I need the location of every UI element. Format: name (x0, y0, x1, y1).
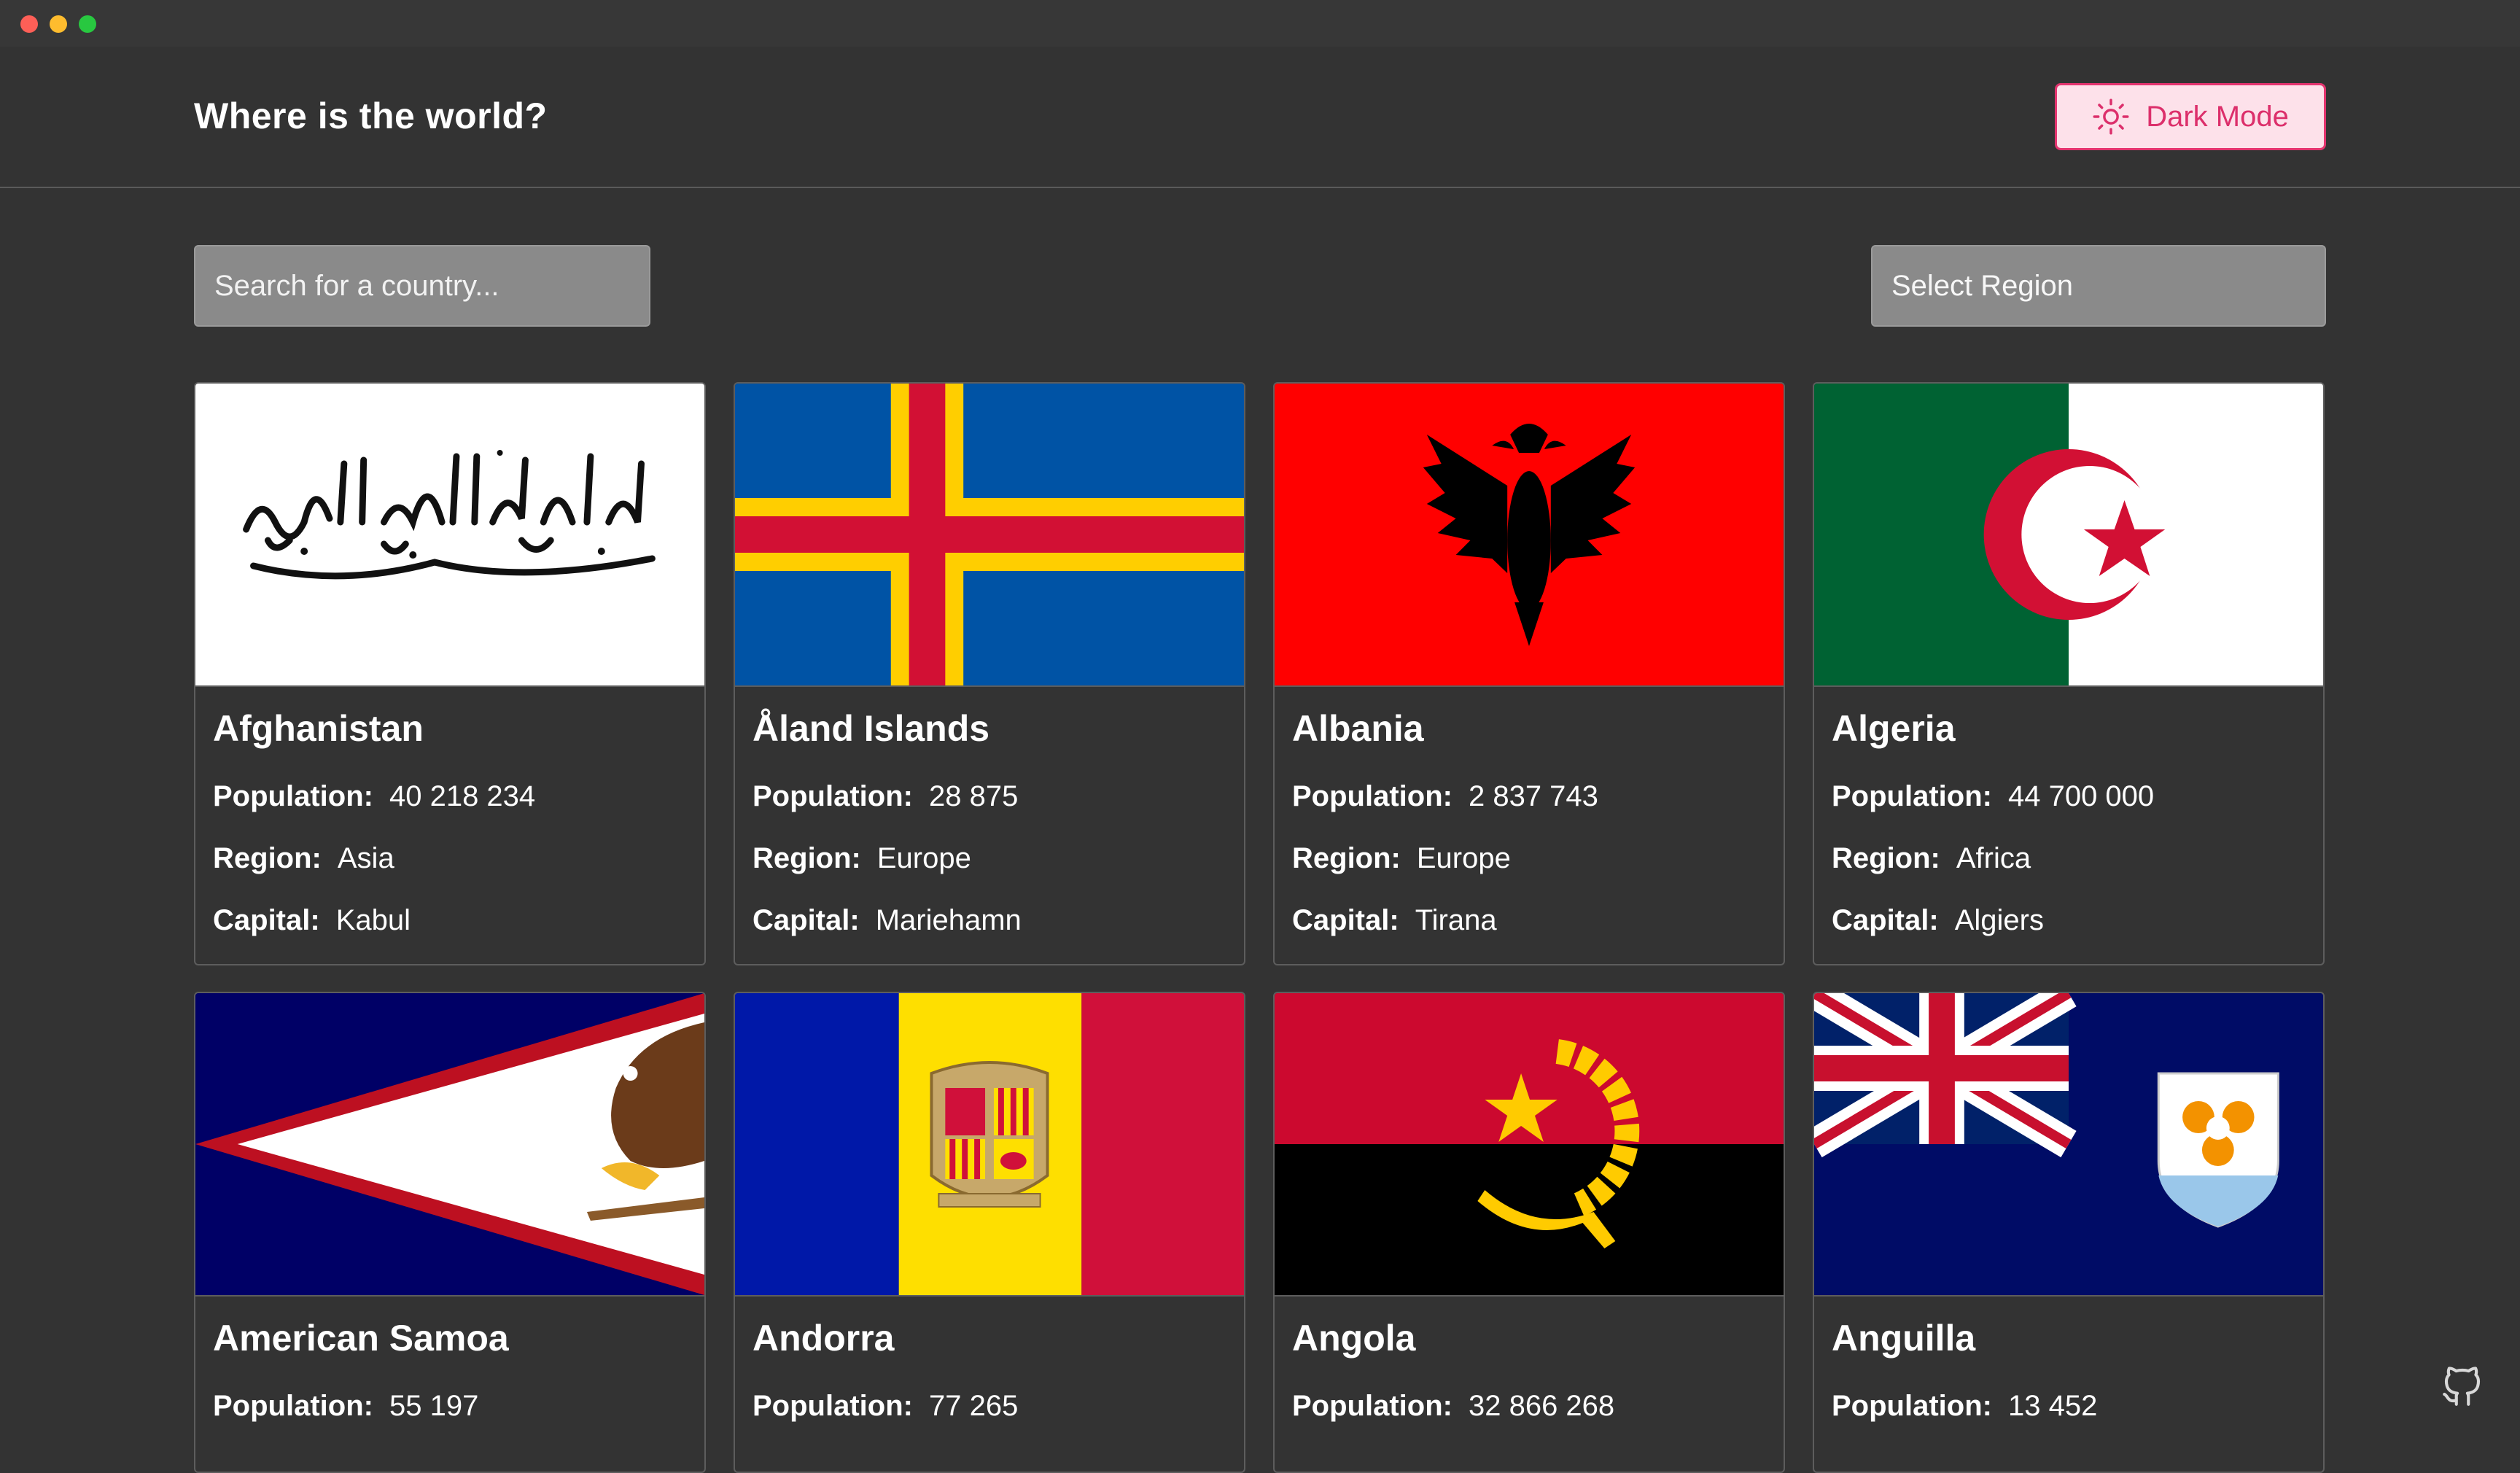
region-row: Region: Asia (213, 842, 394, 875)
country-card-american-samoa[interactable]: American Samoa Population: 55 197 (194, 992, 706, 1473)
population-label: Population: (213, 1390, 373, 1422)
population-value: 13 452 (2007, 1390, 2098, 1422)
capital-row: Capital: Tirana (1292, 904, 1497, 937)
maximize-window-button[interactable] (79, 15, 96, 33)
capital-row: Capital: Mariehamn (752, 904, 1022, 937)
capital-value: Kabul (335, 904, 411, 936)
dark-mode-button[interactable]: Dark Mode (2055, 83, 2326, 150)
region-row: Region: Africa (1832, 842, 2031, 875)
country-name: American Samoa (213, 1318, 509, 1359)
region-row: Region: Europe (752, 842, 971, 875)
country-card-afghanistan[interactable]: Afghanistan Population: 40 218 234 Region… (194, 382, 706, 965)
afghanistan-flag (195, 384, 704, 687)
population-label: Population: (752, 780, 913, 812)
andorra-flag (735, 993, 1244, 1297)
population-row: Population: 28 875 (752, 780, 1018, 813)
algeria-flag (1814, 384, 2323, 687)
country-card-algeria[interactable]: Algeria Population: 44 700 000 Region: Afr… (1813, 382, 2325, 965)
population-value: 32 866 268 (1468, 1390, 1615, 1422)
region-value: Asia (337, 842, 394, 874)
population-row: Population: 40 218 234 (213, 780, 535, 813)
population-value: 77 265 (928, 1390, 1019, 1422)
country-name: Angola (1292, 1318, 1416, 1359)
capital-value: Algiers (1954, 904, 2044, 936)
region-value: Africa (1956, 842, 2031, 874)
search-input[interactable] (194, 245, 650, 327)
capital-label: Capital: (1832, 904, 1939, 936)
capital-label: Capital: (1292, 904, 1399, 936)
aland-islands-flag (735, 384, 1244, 687)
country-name: Afghanistan (213, 708, 424, 749)
capital-row: Capital: Kabul (213, 904, 411, 937)
capital-value: Tirana (1415, 904, 1497, 936)
github-icon[interactable] (2438, 1362, 2486, 1410)
population-label: Population: (1292, 1390, 1452, 1422)
country-card-andorra[interactable]: Andorra Population: 77 265 (734, 992, 1245, 1473)
sun-icon (2093, 98, 2129, 135)
country-card-albania[interactable]: Albania Population: 2 837 743 Region: Euro… (1273, 382, 1785, 965)
population-value: 44 700 000 (2007, 780, 2155, 812)
albania-flag (1275, 384, 1784, 687)
region-label: Region: (213, 842, 322, 874)
close-window-button[interactable] (20, 15, 38, 33)
capital-value: Mariehamn (875, 904, 1022, 936)
country-card-anguilla[interactable]: Anguilla Population: 13 452 (1813, 992, 2325, 1473)
population-value: 28 875 (928, 780, 1019, 812)
region-select-label: Select Region (1891, 269, 2074, 302)
region-value: Europe (876, 842, 971, 874)
population-row: Population: 77 265 (752, 1390, 1018, 1423)
population-value: 2 837 743 (1468, 780, 1598, 812)
window-titlebar (0, 0, 2520, 47)
population-row: Population: 13 452 (1832, 1390, 2097, 1423)
region-label: Region: (1832, 842, 1940, 874)
anguilla-flag (1814, 993, 2323, 1297)
region-label: Region: (752, 842, 861, 874)
population-row: Population: 55 197 (213, 1390, 478, 1423)
region-label: Region: (1292, 842, 1401, 874)
region-value: Europe (1416, 842, 1511, 874)
population-value: 55 197 (389, 1390, 479, 1422)
region-row: Region: Europe (1292, 842, 1511, 875)
country-name: Anguilla (1832, 1318, 1976, 1359)
population-label: Population: (1832, 1390, 1992, 1422)
capital-label: Capital: (752, 904, 860, 936)
population-label: Population: (752, 1390, 913, 1422)
capital-label: Capital: (213, 904, 320, 936)
population-label: Population: (1292, 780, 1452, 812)
app-title: Where is the world? (194, 96, 548, 136)
minimize-window-button[interactable] (50, 15, 67, 33)
population-label: Population: (213, 780, 373, 812)
app-header: Where is the world? Dark Mode (0, 47, 2520, 188)
country-card-angola[interactable]: Angola Population: 32 866 268 (1273, 992, 1785, 1473)
angola-flag (1275, 993, 1784, 1297)
region-select[interactable]: Select Region (1871, 245, 2326, 327)
population-row: Population: 32 866 268 (1292, 1390, 1614, 1423)
dark-mode-label: Dark Mode (2146, 100, 2289, 133)
country-name: Albania (1292, 708, 1424, 749)
population-row: Population: 44 700 000 (1832, 780, 2154, 813)
population-label: Population: (1832, 780, 1992, 812)
country-card-aland-islands[interactable]: Åland Islands Population: 28 875 Region: E… (734, 382, 1245, 965)
population-row: Population: 2 837 743 (1292, 780, 1598, 813)
country-name: Åland Islands (752, 708, 990, 749)
capital-row: Capital: Algiers (1832, 904, 2044, 937)
country-name: Algeria (1832, 708, 1956, 749)
population-value: 40 218 234 (389, 780, 536, 812)
american-samoa-flag (195, 993, 704, 1297)
country-name: Andorra (752, 1318, 895, 1359)
